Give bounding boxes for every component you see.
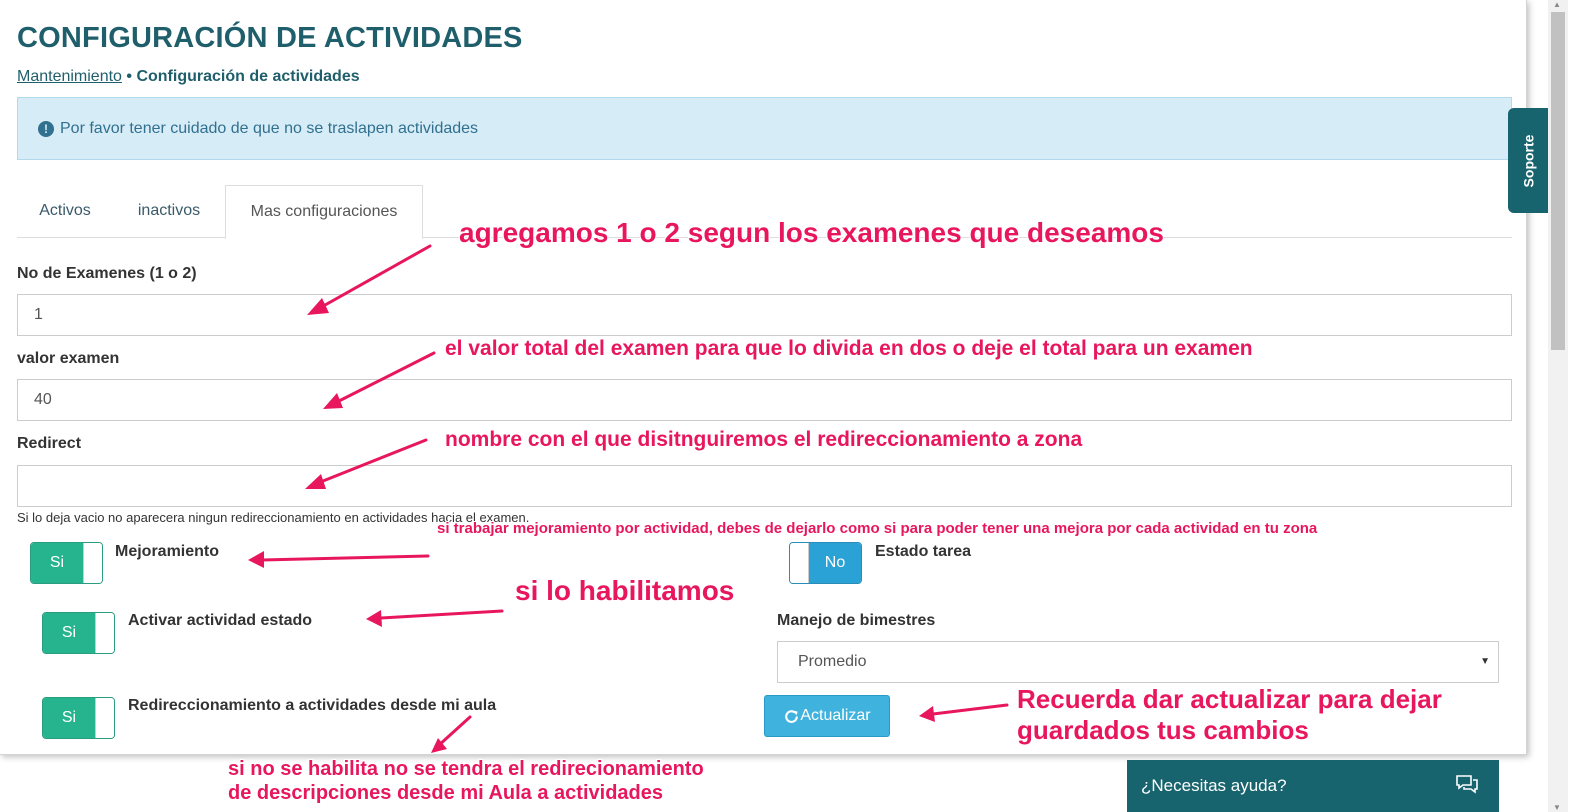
breadcrumb: Mantenimiento • Configuración de activid… (17, 68, 360, 86)
exams-input[interactable] (17, 294, 1512, 336)
tab-activos[interactable]: Activos (17, 185, 113, 238)
soporte-tab[interactable]: Soporte (1508, 108, 1548, 213)
bimestres-label: Manejo de bimestres (777, 612, 936, 629)
breadcrumb-separator: • (121, 68, 137, 85)
toggle-knob (790, 543, 809, 583)
bimestres-selected: Promedio (798, 653, 867, 670)
activar-estado-label: Activar actividad estado (128, 612, 313, 629)
activar-estado-toggle[interactable]: Si (42, 612, 115, 654)
toggle-state: Si (31, 543, 83, 583)
toggle-knob (95, 613, 114, 653)
chat-icon (1456, 775, 1478, 794)
page-scrollbar[interactable]: ▲ ▼ (1548, 0, 1568, 812)
annotation-mejoramiento: si trabajar mejoramiento por actividad, … (437, 520, 1318, 537)
update-label: Actualizar (800, 707, 871, 724)
annotation-exam-value: el valor total del examen para que lo di… (445, 337, 1253, 360)
caret-down-icon: ▼ (1480, 656, 1490, 667)
exams-label: No de Examenes (1 o 2) (17, 265, 197, 282)
refresh-icon (785, 709, 799, 723)
redireccionamiento-toggle[interactable]: Si (42, 697, 115, 739)
bimestres-select[interactable]: Promedio ▼ (777, 641, 1499, 683)
annotation-redirect: nombre con el que disitnguiremos el redi… (445, 428, 1083, 451)
breadcrumb-link-mantenimiento[interactable]: Mantenimiento (17, 68, 122, 85)
toggle-knob (83, 543, 102, 583)
exclamation-circle-icon: ! (38, 120, 54, 137)
main-panel: CONFIGURACIÓN DE ACTIVIDADES Mantenimien… (0, 0, 1527, 755)
toggle-state: No (809, 543, 861, 583)
soporte-label: Soporte (1520, 134, 1537, 187)
redireccionamiento-label: Redireccionamiento a actividades desde m… (128, 697, 497, 714)
breadcrumb-current: Configuración de actividades (136, 68, 360, 85)
annotation-exams: agregamos 1 o 2 segun los examenes que d… (459, 217, 1164, 248)
exam-value-label: valor examen (17, 350, 120, 367)
mejoramiento-label: Mejoramiento (115, 543, 220, 560)
scroll-up-icon[interactable]: ▲ (1553, 0, 1561, 9)
exam-value-input[interactable] (17, 379, 1512, 421)
estado-tarea-label: Estado tarea (875, 543, 972, 560)
scrollbar-thumb[interactable] (1551, 12, 1565, 350)
annotation-actualizar: Recuerda dar actualizar para dejar guard… (1017, 684, 1442, 745)
mejoramiento-toggle[interactable]: Si (30, 542, 103, 584)
info-alert: ! Por favor tener cuidado de que no se t… (17, 97, 1512, 160)
redirect-input[interactable] (17, 465, 1512, 507)
page-title: CONFIGURACIÓN DE ACTIVIDADES (17, 22, 523, 54)
estado-tarea-toggle[interactable]: No (789, 542, 862, 584)
toggle-state: Si (43, 613, 95, 653)
annotation-redireccionamiento: si no se habilita no se tendra el redire… (228, 758, 704, 804)
update-button[interactable]: Actualizar (764, 695, 890, 737)
redirect-label: Redirect (17, 435, 82, 452)
toggle-state: Si (43, 698, 95, 738)
help-widget[interactable]: ¿Necesitas ayuda? (1127, 760, 1499, 812)
help-widget-text: ¿Necesitas ayuda? (1141, 776, 1287, 795)
annotation-habilitamos: si lo habilitamos (515, 575, 735, 606)
scroll-down-icon[interactable]: ▼ (1553, 803, 1561, 812)
tab-inactivos[interactable]: inactivos (113, 185, 225, 238)
toggle-knob (95, 698, 114, 738)
alert-text: Por favor tener cuidado de que no se tra… (60, 119, 479, 137)
tab-mas-configuraciones[interactable]: Mas configuraciones (225, 185, 423, 239)
